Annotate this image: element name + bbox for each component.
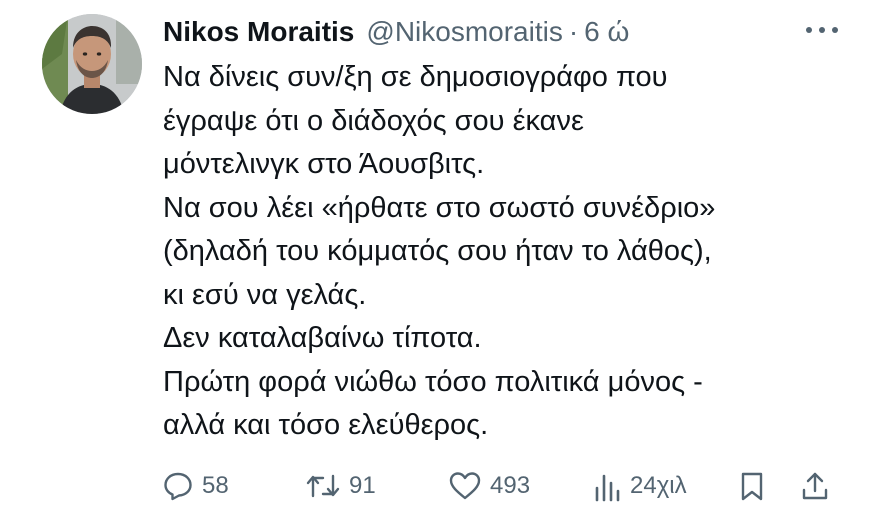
tweet-header: Nikos Moraitis @Nikosmoraitis · 6 ώ — [163, 12, 629, 52]
avatar[interactable] — [42, 14, 142, 114]
avatar-photo — [42, 14, 142, 114]
share-icon — [802, 472, 828, 500]
views-icon — [595, 474, 620, 502]
separator-dot: · — [568, 16, 579, 47]
views-count: 24χιλ — [630, 472, 687, 499]
reply-count: 58 — [202, 472, 229, 499]
tweet-text-line: Να δίνεις συν/ξη σε δημοσιογράφο που — [163, 61, 668, 93]
retweet-count: 91 — [349, 472, 376, 499]
tweet-text-line: έγραψε ότι ο διάδοχός σου έκανε — [163, 104, 584, 137]
bookmark-icon — [741, 472, 763, 501]
tweet-text-line: Να σου λέει «ήρθατε στο σωστό συνέδριο» — [163, 191, 716, 224]
tweet-text-line: Πρώτη φορά νιώθω τόσο πολιτικά μόνος - — [163, 365, 703, 398]
reply-icon — [164, 472, 192, 501]
author-name[interactable]: Nikos Moraitis — [163, 12, 354, 52]
tweet-text-line: μόντελινγκ στο Άουσβιτς. — [163, 148, 485, 180]
tweet-text-line: κι εσύ να γελάς. — [163, 278, 367, 311]
more-options-button[interactable] — [802, 18, 842, 42]
more-icon — [806, 27, 838, 33]
tweet-text-line: (δηλαδή του κόμματός σου ήταν το λάθος), — [163, 235, 712, 267]
like-button[interactable]: 493 — [448, 468, 530, 504]
heart-icon — [449, 472, 481, 500]
author-handle[interactable]: @Nikosmoraitis — [366, 12, 562, 52]
share-button[interactable] — [800, 468, 830, 504]
retweet-icon — [306, 474, 340, 498]
bookmark-button[interactable] — [738, 468, 766, 504]
retweet-button[interactable]: 91 — [305, 468, 376, 504]
action-bar: 58 91 493 24χιλ — [160, 468, 850, 504]
views-button[interactable]: 24χιλ — [592, 468, 687, 504]
reply-button[interactable]: 58 — [162, 468, 229, 504]
tweet: Nikos Moraitis @Nikosmoraitis · 6 ώ Να δ… — [0, 0, 880, 507]
tweet-text-line: αλλά και τόσο ελεύθερος. — [163, 409, 489, 441]
like-count: 493 — [490, 472, 531, 499]
tweet-text-line: Δεν καταλαβαίνω τίποτα. — [163, 322, 482, 354]
tweet-timestamp[interactable]: 6 ώ — [584, 12, 629, 52]
tweet-text: Να δίνεις συν/ξη σε δημοσιογράφο που έγρ… — [163, 56, 863, 448]
